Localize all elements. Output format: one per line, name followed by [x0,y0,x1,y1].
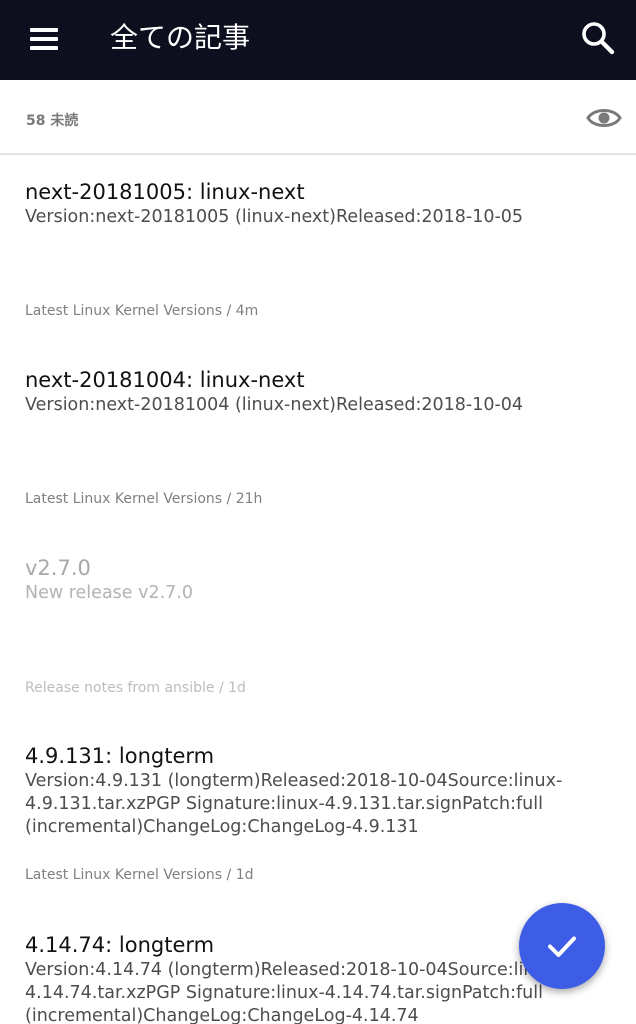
article-title: v2.7.0 [25,556,91,580]
article-excerpt: Version:4.14.74 (longterm)Released:2018-… [25,960,563,1024]
article-title: 4.14.74: longterm [25,933,215,957]
article-meta: Latest Linux Kernel Versions / 4m [25,303,259,319]
article-item[interactable]: 4.9.131: longterm Version:4.9.131 (longt… [0,743,636,903]
app-screen: 全ての記事 58 未読 next-20181005: linux-next Ve… [0,0,636,1024]
mark-all-read-button[interactable] [519,903,605,989]
article-title: next-20181005: linux-next [25,180,305,204]
toggle-read-visibility-button[interactable] [586,100,622,136]
article-title: next-20181004: linux-next [25,368,305,392]
unread-header: 58 未読 [0,80,636,155]
article-meta: Release notes from ansible / 1d [25,680,246,696]
article-meta: Latest Linux Kernel Versions / 1d [25,867,254,883]
menu-icon [30,37,58,41]
unread-count: 58 未読 [26,113,79,129]
menu-icon [30,46,58,50]
search-button[interactable] [578,18,618,58]
article-excerpt: New release v2.7.0 [25,583,193,603]
menu-button[interactable] [22,22,64,58]
check-icon [548,936,576,957]
article-excerpt: Version:next-20181004 (linux-next)Releas… [25,395,524,415]
article-title: 4.9.131: longterm [25,744,215,768]
article-item[interactable]: next-20181004: linux-next Version:next-2… [0,367,636,527]
article-item[interactable]: v2.7.0 New release v2.7.0 Release notes … [0,555,636,715]
article-excerpt: Version:next-20181005 (linux-next)Releas… [25,207,524,227]
page-title: 全ての記事 [110,21,251,54]
article-item[interactable]: next-20181005: linux-next Version:next-2… [0,179,636,339]
search-icon [582,22,615,55]
article-meta: Latest Linux Kernel Versions / 21h [25,491,263,507]
article-excerpt: Version:4.9.131 (longterm)Released:2018-… [25,771,563,837]
app-bar: 全ての記事 [0,0,636,80]
eye-icon [586,109,622,127]
menu-icon [30,28,58,32]
